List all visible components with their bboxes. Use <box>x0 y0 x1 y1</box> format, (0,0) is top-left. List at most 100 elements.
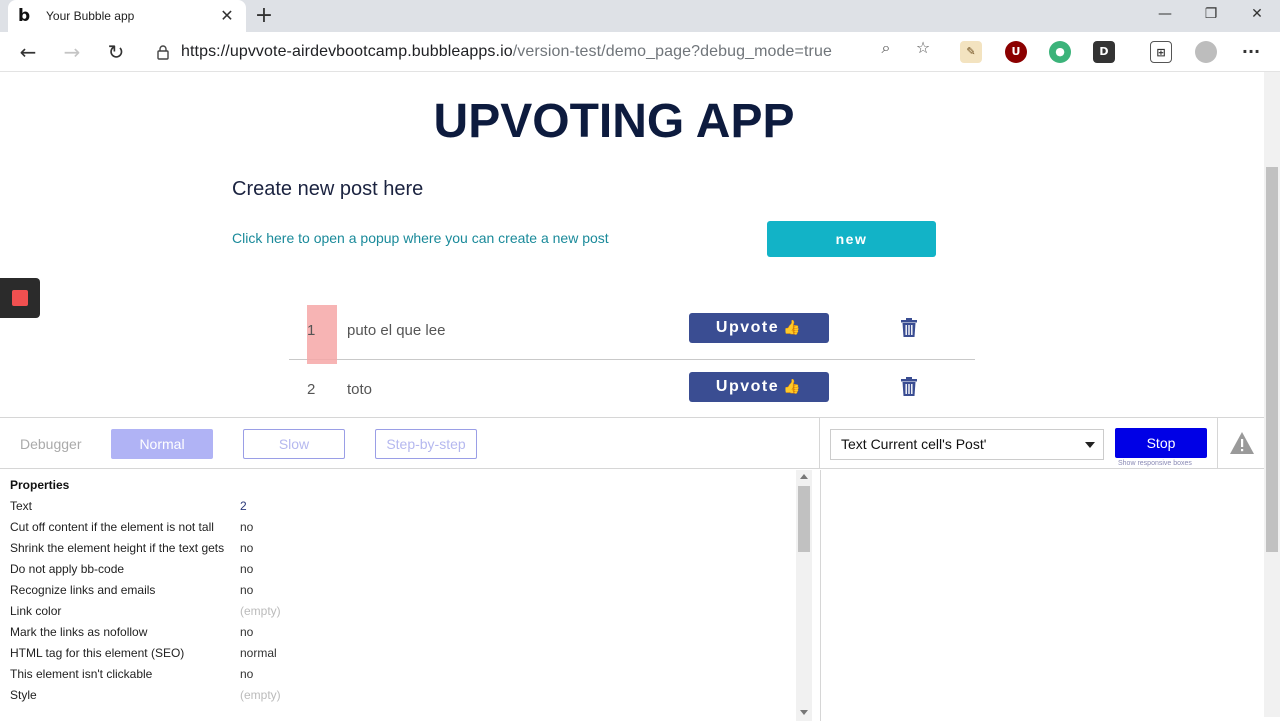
property-name: Do not apply bb-code <box>10 562 125 576</box>
vote-count: 2 <box>307 381 316 398</box>
mode-normal-button[interactable]: Normal <box>111 429 213 459</box>
trash-icon[interactable] <box>901 377 917 396</box>
property-row: Text 2 <box>10 499 800 520</box>
property-value: no <box>240 583 254 597</box>
window-close-icon[interactable]: ✕ <box>1234 2 1280 26</box>
thumbs-up-icon: 👍 <box>783 320 803 336</box>
element-select-value: Text Current cell's Post' <box>841 436 987 452</box>
star-icon[interactable]: ☆ <box>913 38 933 58</box>
post-text: puto el que lee <box>347 322 446 339</box>
property-name: This element isn't clickable <box>10 667 153 681</box>
bubble-favicon-icon: b <box>18 6 31 26</box>
mode-slow-button[interactable]: Slow <box>243 429 345 459</box>
properties-scrollbar[interactable] <box>796 470 812 721</box>
chevron-down-icon <box>1085 442 1095 448</box>
property-row: This element isn't clickable no <box>10 667 800 688</box>
property-row: Do not apply bb-code no <box>10 562 800 583</box>
page-title: UPVOTING APP <box>433 95 795 148</box>
ublock-icon[interactable]: U <box>1005 41 1027 63</box>
warning-button[interactable] <box>1217 418 1264 469</box>
property-row: Link color (empty) <box>10 604 800 625</box>
thumbs-up-icon: 👍 <box>783 379 803 395</box>
stop-square-icon <box>12 290 28 306</box>
create-post-heading: Create new post here <box>232 178 424 200</box>
property-value: no <box>240 625 254 639</box>
list-item: 1 puto el que lee Upvote 👍 <box>289 302 975 364</box>
page-scrollbar[interactable] <box>1264 72 1280 717</box>
url-path: /version-test/demo_page?debug_mode=true <box>512 43 832 60</box>
property-name: Shrink the element height if the text ge… <box>10 541 225 555</box>
property-row: Recognize links and emails no <box>10 583 800 604</box>
collections-icon[interactable]: ⊞ <box>1150 41 1172 63</box>
scrollbar-thumb[interactable] <box>1266 167 1278 552</box>
property-name: Recognize links and emails <box>10 583 156 597</box>
property-row: Mark the links as nofollow no <box>10 625 800 646</box>
property-name: Link color <box>10 604 62 618</box>
browser-tab[interactable]: b Your Bubble app ✕ <box>8 0 246 32</box>
property-value: 2 <box>240 499 247 513</box>
lock-icon <box>157 45 169 60</box>
page-content: UPVOTING APP Create new post here Click … <box>0 72 1264 417</box>
scroll-down-icon[interactable] <box>800 710 808 715</box>
mode-step-button[interactable]: Step-by-step <box>375 429 477 459</box>
upvote-button[interactable]: Upvote 👍 <box>689 372 829 402</box>
new-post-button[interactable]: new <box>767 221 936 257</box>
debugger-label: Debugger <box>20 436 82 452</box>
url-host: https://upvvote-airdevbootcamp.bubbleapp… <box>181 43 513 60</box>
browser-toolbar: ← → ↻ https://upvvote-airdevbootcamp.bub… <box>0 32 1280 72</box>
warning-icon <box>1230 432 1254 454</box>
extension-d-icon[interactable]: D <box>1093 41 1115 63</box>
stop-button[interactable]: Stop <box>1115 428 1207 458</box>
property-value: (empty) <box>240 604 281 618</box>
close-icon[interactable]: ✕ <box>218 6 236 26</box>
properties-panel: Properties Text 2 Cut off content if the… <box>0 470 812 721</box>
property-value: no <box>240 667 254 681</box>
properties-title: Properties <box>10 478 70 492</box>
upvote-label: Upvote <box>715 319 780 336</box>
property-value: no <box>240 562 254 576</box>
post-text: toto <box>347 381 373 398</box>
property-value: no <box>240 520 254 534</box>
property-name: HTML tag for this element (SEO) <box>10 646 185 660</box>
property-name: Style <box>10 688 37 702</box>
upvote-label: Upvote <box>715 378 780 395</box>
scroll-up-icon[interactable] <box>800 474 808 479</box>
extension-icon[interactable]: ✎ <box>960 41 982 63</box>
inspector-toolbar: Text Current cell's Post' Stop Show resp… <box>820 418 1264 469</box>
inspector-pane <box>820 470 1264 721</box>
property-value: normal <box>240 646 277 660</box>
property-value: no <box>240 541 254 555</box>
property-row: Cut off content if the element is not ta… <box>10 520 800 541</box>
zoom-icon[interactable]: ⌕ <box>876 38 896 58</box>
property-row: HTML tag for this element (SEO) normal <box>10 646 800 667</box>
new-tab-plus-icon[interactable]: + <box>252 3 276 28</box>
trash-icon[interactable] <box>901 318 917 337</box>
more-menu-icon[interactable]: ··· <box>1240 41 1262 63</box>
open-popup-link[interactable]: Click here to open a popup where you can… <box>232 230 609 246</box>
property-row: Style (empty) <box>10 688 800 709</box>
show-responsive-link[interactable]: Show responsive boxes <box>1118 460 1192 467</box>
back-arrow-icon[interactable]: ← <box>14 38 42 66</box>
property-value: (empty) <box>240 688 281 702</box>
property-name: Mark the links as nofollow <box>10 625 148 639</box>
vote-count: 1 <box>307 322 316 339</box>
reload-icon[interactable]: ↻ <box>102 38 130 66</box>
element-select[interactable]: Text Current cell's Post' <box>830 429 1104 460</box>
extension-circle-icon[interactable]: ● <box>1049 41 1071 63</box>
tab-title: Your Bubble app <box>46 9 135 23</box>
upvote-button[interactable]: Upvote 👍 <box>689 313 829 343</box>
property-row: Shrink the element height if the text ge… <box>10 541 800 562</box>
property-name: Cut off content if the element is not ta… <box>10 520 214 534</box>
browser-tabbar: b Your Bubble app ✕ + — ❐ ✕ <box>0 0 1280 32</box>
minimize-icon[interactable]: — <box>1142 2 1188 26</box>
record-button[interactable] <box>0 278 40 318</box>
property-name: Text <box>10 499 33 513</box>
forward-arrow-icon[interactable]: → <box>58 38 86 66</box>
scrollbar-thumb[interactable] <box>798 486 810 552</box>
address-bar[interactable]: https://upvvote-airdevbootcamp.bubbleapp… <box>143 36 943 68</box>
list-item: 2 toto Upvote 👍 <box>289 361 975 417</box>
restore-icon[interactable]: ❐ <box>1188 2 1234 26</box>
debugger-panel: Debugger Normal Slow Step-by-step Text C… <box>0 417 1264 721</box>
debugger-toolbar: Debugger Normal Slow Step-by-step <box>0 418 820 469</box>
avatar[interactable] <box>1195 41 1217 63</box>
